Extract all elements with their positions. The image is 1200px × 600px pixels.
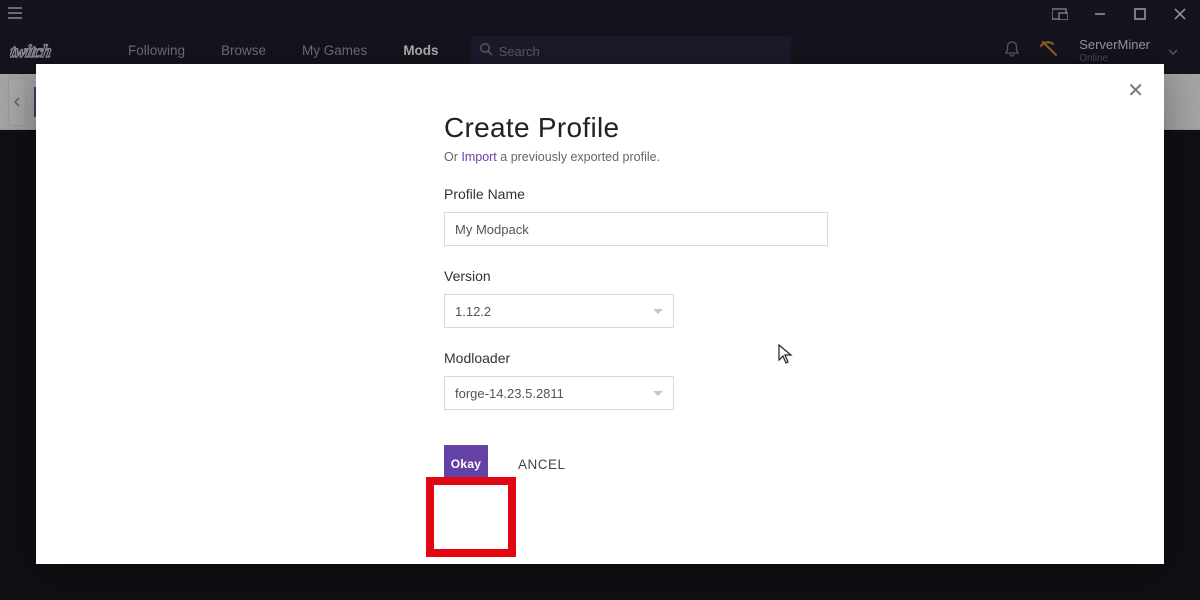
create-profile-modal: ✕ Create Profile Or Import a previously … <box>36 64 1164 564</box>
version-select[interactable]: 1.12.2 <box>444 294 674 328</box>
profile-name-input[interactable] <box>444 212 828 246</box>
cursor-icon <box>778 344 794 369</box>
chevron-down-icon <box>653 391 663 396</box>
version-label: Version <box>444 268 924 284</box>
cancel-button[interactable]: ANCEL <box>518 457 566 472</box>
profile-name-label: Profile Name <box>444 186 924 202</box>
close-icon[interactable]: ✕ <box>1127 78 1144 103</box>
modloader-label: Modloader <box>444 350 924 366</box>
version-value: 1.12.2 <box>455 304 491 319</box>
import-link[interactable]: Import <box>461 150 496 164</box>
import-subline: Or Import a previously exported profile. <box>444 150 924 164</box>
modloader-select[interactable]: forge-14.23.5.2811 <box>444 376 674 410</box>
modloader-value: forge-14.23.5.2811 <box>455 386 564 401</box>
modal-title: Create Profile <box>444 112 924 144</box>
highlight-box <box>426 477 516 557</box>
chevron-down-icon <box>653 309 663 314</box>
